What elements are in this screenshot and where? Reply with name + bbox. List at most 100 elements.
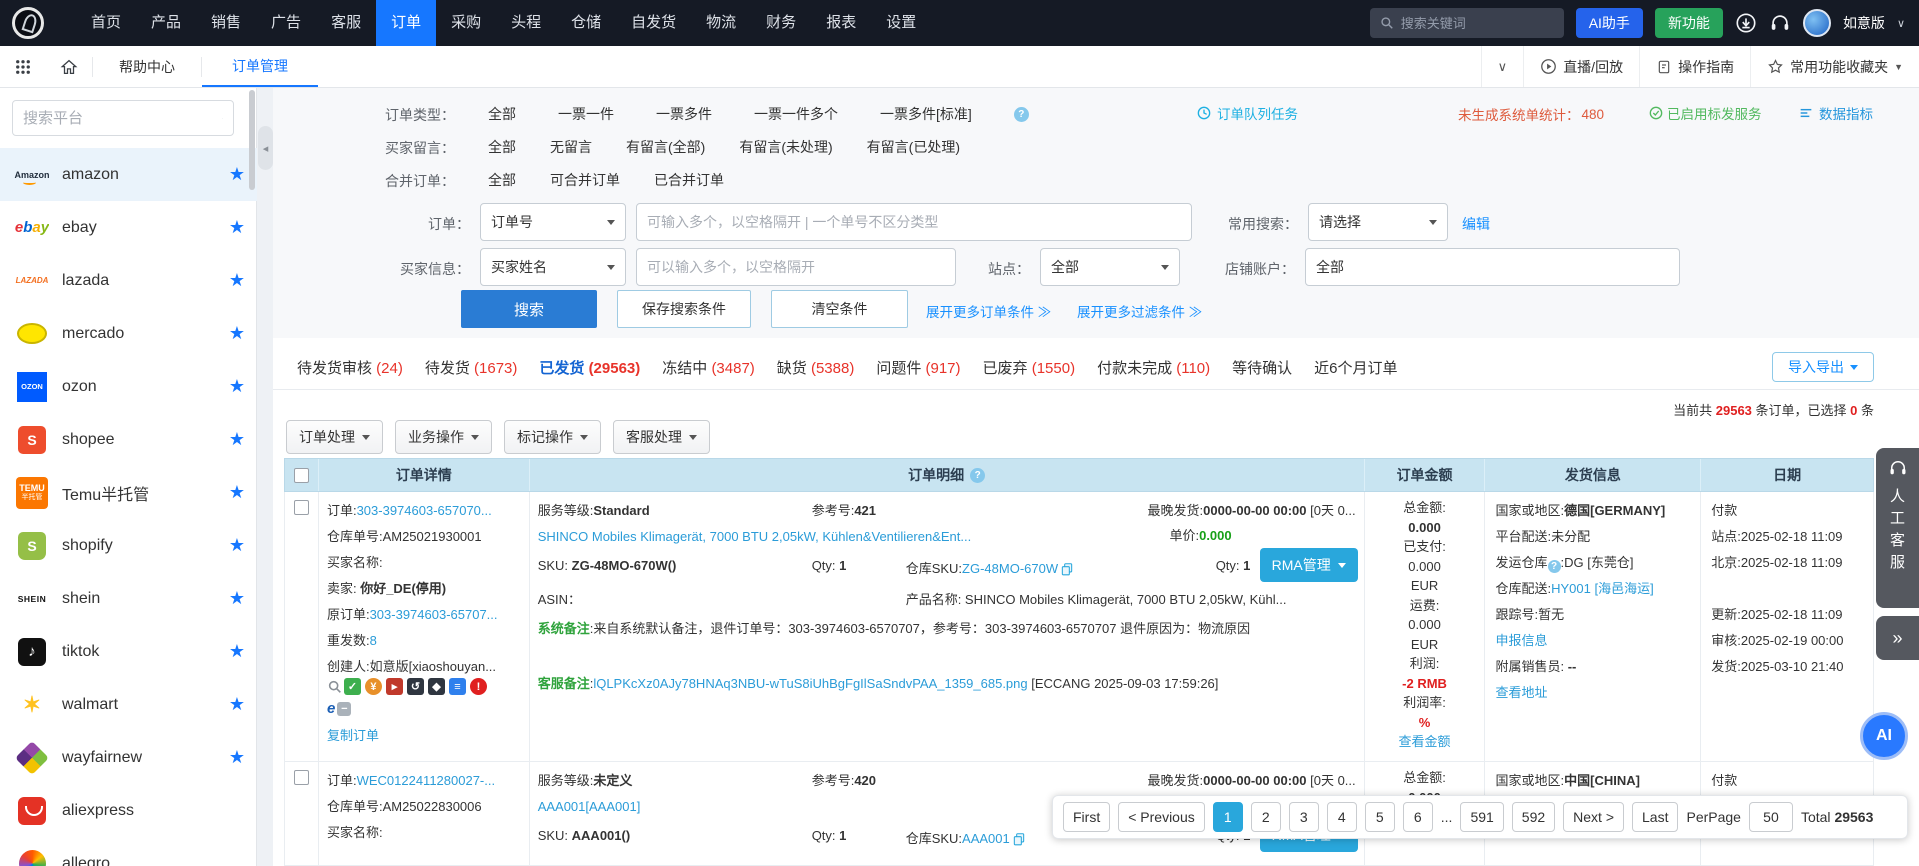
- tab-shipped[interactable]: 已发货 (29563): [528, 357, 651, 378]
- platform-item-shein[interactable]: SHEIN shein: [0, 572, 257, 625]
- page-number-button[interactable]: 6: [1403, 802, 1433, 832]
- select-all-checkbox[interactable]: [294, 468, 309, 483]
- perpage-input[interactable]: [1749, 802, 1793, 832]
- page-number-button[interactable]: 4: [1327, 802, 1357, 832]
- headset-icon[interactable]: [1769, 12, 1791, 34]
- tab-frozen[interactable]: 冻结中 (3487): [651, 357, 766, 378]
- sidebar-collapse-handle[interactable]: [258, 126, 273, 170]
- favorite-star-icon[interactable]: [217, 694, 257, 715]
- fee-bag-icon[interactable]: ¥: [365, 678, 382, 695]
- chevron-down-icon[interactable]: ∨: [1897, 17, 1905, 30]
- warehouse-sku-link[interactable]: AAA001: [962, 831, 1010, 846]
- favorite-star-icon[interactable]: [217, 588, 257, 609]
- panel-collapse-button[interactable]: »: [1876, 616, 1919, 660]
- nav-orders[interactable]: 订单: [376, 0, 436, 46]
- nav-purchase[interactable]: 采购: [436, 0, 496, 46]
- product-title-link[interactable]: SHINCO Mobiles Klimagerät, 7000 BTU 2,05…: [538, 529, 972, 544]
- tab-out-of-stock[interactable]: 缺货 (5388): [766, 357, 866, 378]
- filter-option[interactable]: 一票多件[标准]: [880, 104, 972, 124]
- page-prev-button[interactable]: < Previous: [1118, 802, 1205, 832]
- tab-unpaid[interactable]: 付款未完成 (110): [1086, 357, 1221, 378]
- user-avatar[interactable]: [1803, 9, 1831, 37]
- platform-search-input[interactable]: [23, 110, 222, 127]
- help-question-icon[interactable]: [1548, 560, 1561, 573]
- tab-to-ship[interactable]: 待发货 (1673): [414, 357, 529, 378]
- tab-awaiting-confirm[interactable]: 等待确认: [1221, 357, 1303, 378]
- favorite-star-icon[interactable]: [217, 482, 257, 503]
- ungenerated-orders-stat[interactable]: 未生成系统单统计：480: [1458, 104, 1604, 124]
- order-type-select[interactable]: 订单号: [480, 203, 626, 241]
- filter-option[interactable]: 全部: [488, 137, 516, 157]
- platform-item-mercado[interactable]: mercado: [0, 307, 257, 360]
- help-question-icon[interactable]: [1014, 107, 1029, 122]
- more-filter-conditions-link[interactable]: 展开更多过滤条件 ≫: [1077, 301, 1202, 321]
- view-address-link[interactable]: 查看地址: [1495, 685, 1547, 700]
- human-service-panel[interactable]: 人工客服: [1876, 448, 1919, 608]
- favorite-star-icon[interactable]: [217, 747, 257, 768]
- sidebar-scrollbar[interactable]: [249, 90, 255, 190]
- favorite-star-icon[interactable]: [217, 217, 257, 238]
- page-number-button[interactable]: 592: [1512, 802, 1555, 832]
- e-logo-icon[interactable]: e: [327, 700, 335, 717]
- global-search-input[interactable]: [1401, 16, 1551, 31]
- tab-last-6-months[interactable]: 近6个月订单: [1303, 357, 1408, 378]
- nav-product[interactable]: 产品: [136, 0, 196, 46]
- nav-home[interactable]: 首页: [76, 0, 136, 46]
- alert-icon[interactable]: !: [470, 678, 487, 695]
- package-return-icon[interactable]: ↺: [407, 678, 424, 695]
- common-search-select[interactable]: 请选择: [1308, 203, 1448, 241]
- copy-icon[interactable]: [1060, 562, 1074, 576]
- platform-item-ozon[interactable]: OZON ozon: [0, 360, 257, 413]
- view-amount-link[interactable]: 查看金额: [1399, 732, 1451, 752]
- order-management-tab[interactable]: 订单管理: [202, 46, 318, 87]
- tag-ship-service-status[interactable]: 已启用标发服务: [1648, 103, 1762, 123]
- search-icon[interactable]: [327, 679, 343, 695]
- download-icon[interactable]: [1735, 12, 1757, 34]
- page-number-button[interactable]: 1: [1213, 802, 1243, 832]
- nav-sales[interactable]: 销售: [196, 0, 256, 46]
- page-first-button[interactable]: First: [1063, 802, 1110, 832]
- order-process-menu[interactable]: 订单处理: [286, 420, 383, 454]
- favorite-star-icon[interactable]: [217, 376, 257, 397]
- favorite-star-icon[interactable]: [217, 535, 257, 556]
- warehouse-dist-link[interactable]: HY001 [海邑海运]: [1551, 581, 1654, 596]
- favorites-menu[interactable]: 常用功能收藏夹 ▼: [1750, 46, 1919, 87]
- freight-truck-icon[interactable]: ▸: [386, 678, 403, 695]
- favorite-star-icon[interactable]: [217, 323, 257, 344]
- new-feature-button[interactable]: 新功能: [1655, 8, 1723, 38]
- global-search[interactable]: [1370, 8, 1564, 38]
- product-title-link[interactable]: AAA001[AAA001]: [538, 799, 641, 814]
- search-button[interactable]: 搜索: [461, 290, 597, 328]
- ai-assistant-button[interactable]: AI助手: [1576, 8, 1643, 38]
- platform-item-aliexpress[interactable]: aliexpress: [0, 784, 257, 837]
- business-ops-menu[interactable]: 业务操作: [395, 420, 492, 454]
- ai-float-button[interactable]: AI: [1860, 712, 1908, 760]
- filter-option[interactable]: 一票一件多个: [754, 104, 838, 124]
- warehouse-sku-link[interactable]: ZG-48MO-670W: [962, 561, 1058, 576]
- platform-item-temu[interactable]: TEMU半托管 Temu半托管: [0, 466, 257, 519]
- platform-item-wayfairnew[interactable]: wayfairnew: [0, 731, 257, 784]
- page-number-button[interactable]: 3: [1289, 802, 1319, 832]
- home-icon[interactable]: [46, 46, 92, 87]
- page-number-button[interactable]: 591: [1460, 802, 1503, 832]
- page-number-button[interactable]: 2: [1251, 802, 1281, 832]
- platform-search[interactable]: [12, 100, 234, 136]
- order-number-link[interactable]: 303-3974603-657070...: [357, 503, 492, 518]
- live-replay-link[interactable]: 直播/回放: [1523, 46, 1639, 87]
- tab-discarded[interactable]: 已废弃 (1550): [972, 357, 1087, 378]
- rma-manage-button[interactable]: RMA管理: [1260, 548, 1358, 582]
- copy-order-link[interactable]: 复制订单: [327, 728, 379, 743]
- row-checkbox[interactable]: [294, 770, 309, 785]
- help-center-tab[interactable]: 帮助中心: [93, 46, 201, 87]
- note-doc-icon[interactable]: ≡: [449, 678, 466, 695]
- mark-ops-menu[interactable]: 标记操作: [504, 420, 601, 454]
- help-question-icon[interactable]: [970, 468, 985, 483]
- filter-option[interactable]: 一票多件: [656, 104, 712, 124]
- nav-firstleg[interactable]: 头程: [496, 0, 556, 46]
- collapse-chevron-icon[interactable]: ∨: [1481, 46, 1524, 87]
- platform-item-shopify[interactable]: S shopify: [0, 519, 257, 572]
- package-box-icon[interactable]: ◆: [428, 678, 445, 695]
- apps-grid-icon[interactable]: [0, 46, 46, 87]
- filter-option[interactable]: 可合并订单: [550, 170, 620, 190]
- shop-account-input[interactable]: [1305, 248, 1680, 286]
